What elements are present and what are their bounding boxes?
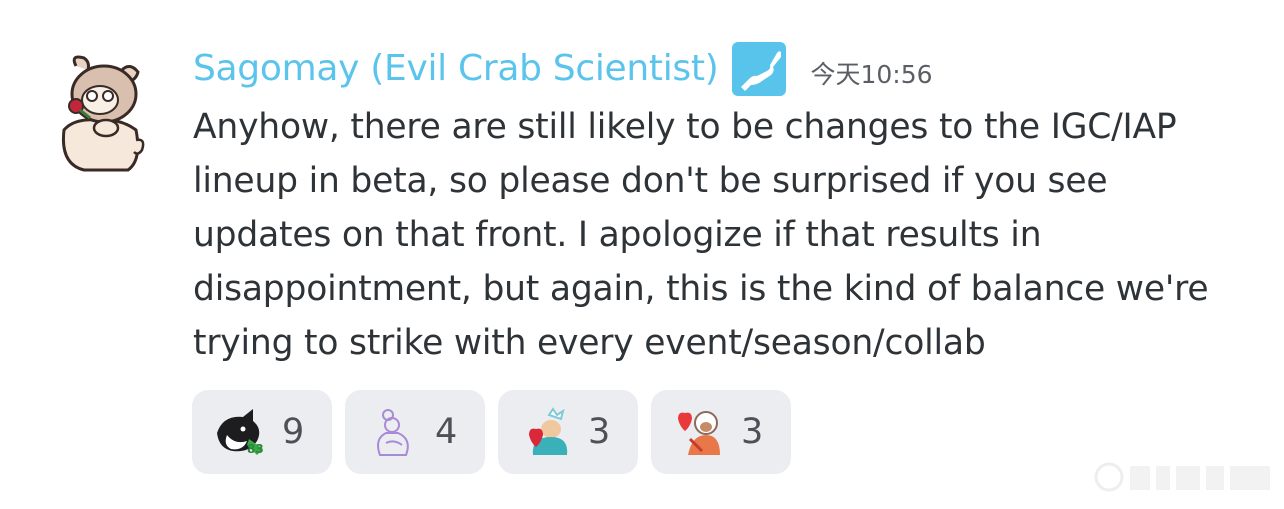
character-heart-emoji-icon bbox=[671, 404, 727, 460]
skunk-dog-emoji-icon: 83 bbox=[212, 404, 268, 460]
heart-character-emoji-icon bbox=[518, 404, 574, 460]
message-line: disappointment, but again, this is the k… bbox=[193, 269, 1209, 309]
reaction-button[interactable]: 83 9 bbox=[192, 390, 332, 474]
role-icon[interactable] bbox=[732, 42, 787, 96]
svg-text:83: 83 bbox=[247, 442, 264, 456]
reaction-count: 9 bbox=[282, 412, 305, 452]
reaction-count: 3 bbox=[741, 412, 764, 452]
hand-icon bbox=[741, 51, 782, 91]
message-line: trying to strike with every event/season… bbox=[193, 323, 986, 363]
message-line: updates on that front. I apologize if th… bbox=[193, 215, 1042, 255]
watermark-logo bbox=[1094, 460, 1274, 496]
purple-outline-figure-emoji-icon bbox=[365, 404, 421, 460]
message-header: Sagomay (Evil Crab Scientist) 今天10:56 bbox=[193, 42, 933, 96]
reaction-count: 3 bbox=[588, 412, 611, 452]
reactions-bar: 83 9 4 3 3 bbox=[192, 390, 791, 474]
reaction-button[interactable]: 3 bbox=[498, 390, 638, 474]
reaction-count: 4 bbox=[435, 412, 458, 452]
reaction-button[interactable]: 3 bbox=[651, 390, 791, 474]
user-avatar[interactable] bbox=[50, 52, 146, 172]
message-timestamp: 今天10:56 bbox=[810, 60, 933, 89]
message-line: lineup in beta, so please don't be surpr… bbox=[193, 161, 1108, 201]
message-line: Anyhow, there are still likely to be cha… bbox=[193, 107, 1177, 147]
reaction-button[interactable]: 4 bbox=[345, 390, 485, 474]
message-content: Anyhow, there are still likely to be cha… bbox=[193, 100, 1273, 370]
author-name[interactable]: Sagomay (Evil Crab Scientist) bbox=[193, 42, 719, 96]
avatar-illustration bbox=[61, 55, 145, 172]
